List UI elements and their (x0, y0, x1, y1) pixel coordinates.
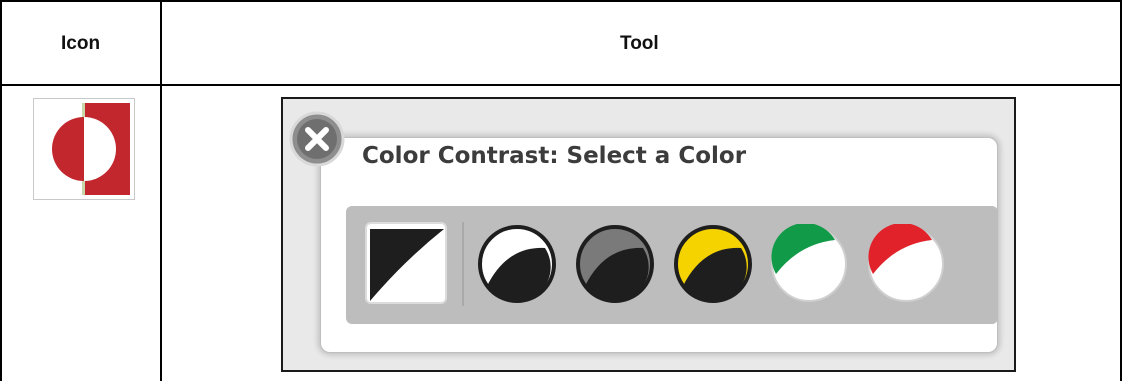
table-border-left (0, 0, 2, 381)
close-icon[interactable] (289, 111, 345, 167)
table-border-top (0, 0, 1122, 2)
color-contrast-icon (33, 98, 135, 200)
dialog-title: Color Contrast: Select a Color (362, 143, 747, 169)
contrast-option-red-on-white[interactable] (866, 222, 946, 304)
contrast-option-yellow-on-black[interactable] (673, 224, 753, 304)
header-icon: Icon (61, 33, 101, 54)
contrast-option-white-on-black[interactable] (477, 224, 557, 304)
table-header-divider (0, 84, 1122, 86)
table-column-divider (160, 0, 162, 381)
header-tool: Tool (620, 33, 659, 54)
option-divider (462, 222, 464, 306)
contrast-option-gray-on-black[interactable] (575, 224, 655, 304)
contrast-option-black-on-white[interactable] (364, 221, 448, 305)
contrast-option-green-on-white[interactable] (769, 222, 849, 304)
